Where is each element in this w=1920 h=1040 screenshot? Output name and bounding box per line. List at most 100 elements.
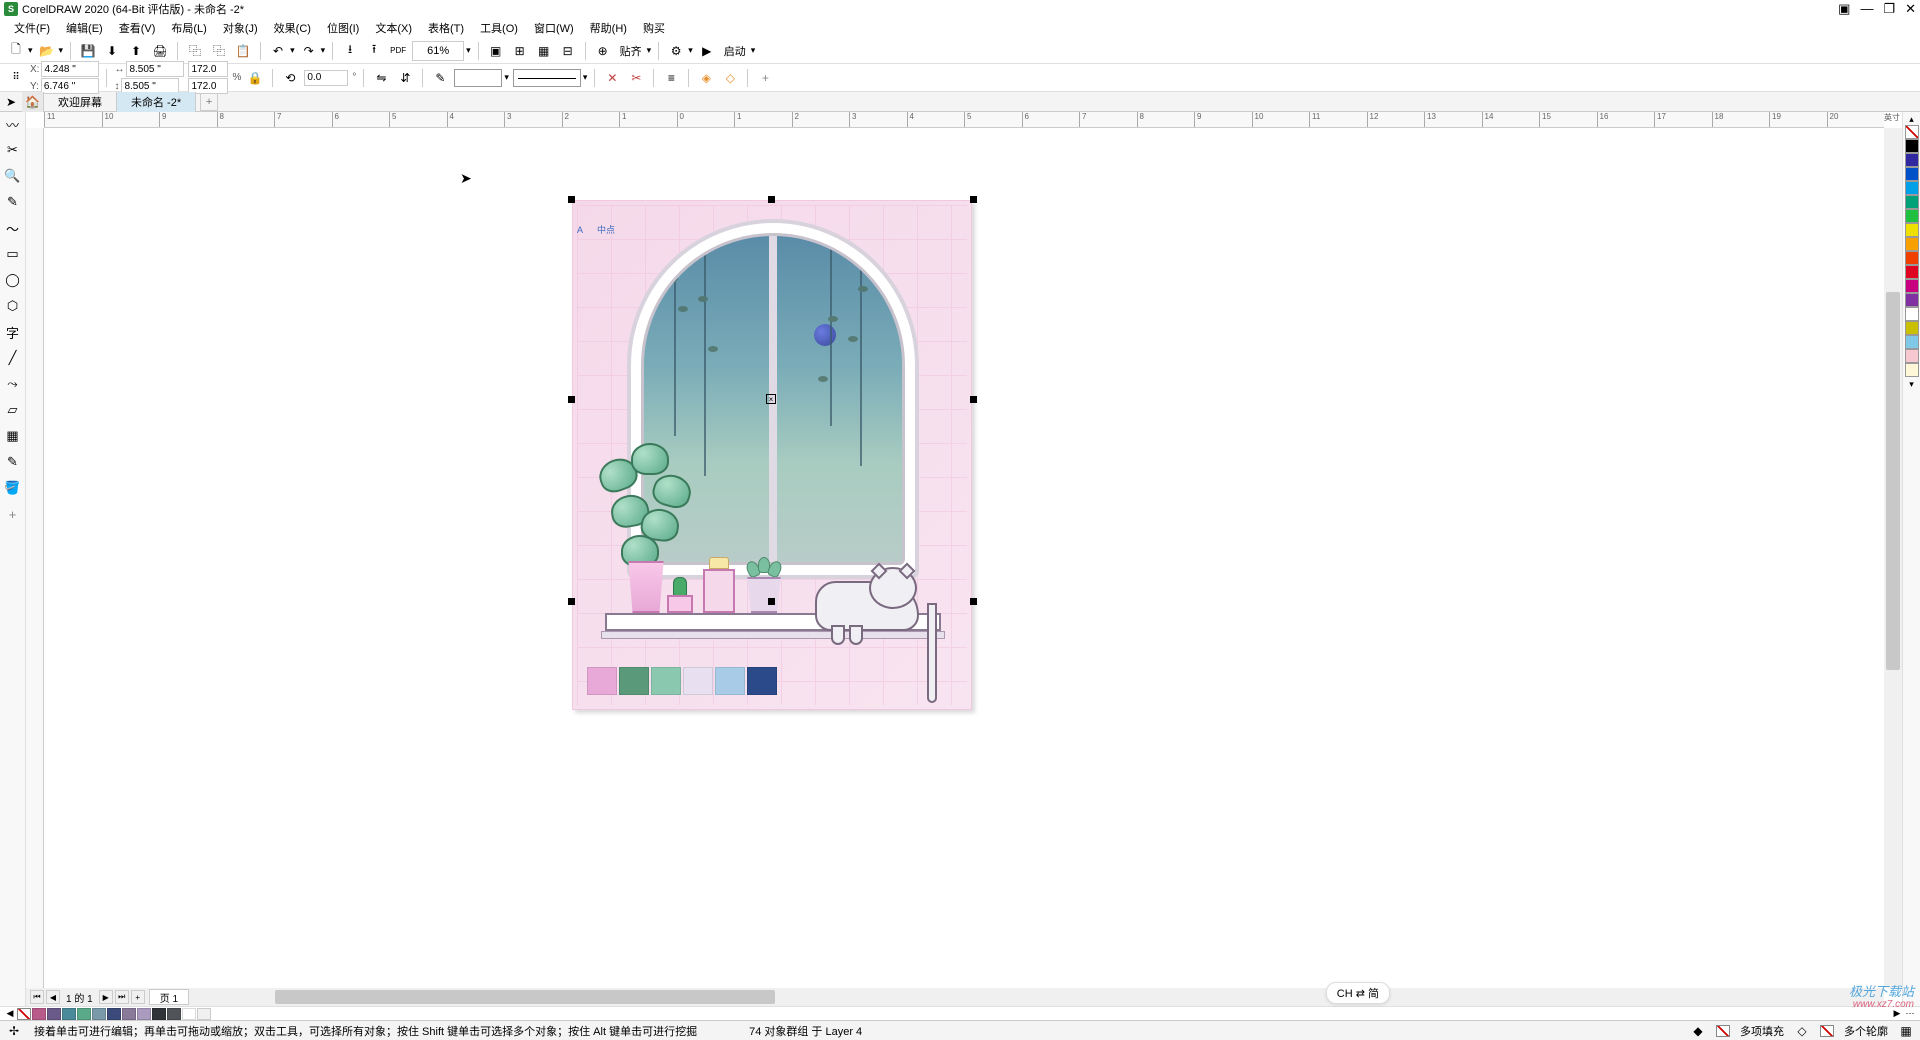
close-icon[interactable]: ✕ — [1905, 1, 1916, 17]
rulers-button[interactable]: ⊞ — [510, 41, 530, 61]
add-tool[interactable]: + — [3, 504, 23, 524]
palette-left-icon[interactable]: ◀ — [4, 1008, 16, 1019]
crop-tool[interactable]: ✂ — [3, 140, 23, 160]
eyedropper-tool[interactable]: ✎ — [3, 452, 23, 472]
new-button[interactable]: 🗋 — [6, 41, 26, 61]
doc-swatch[interactable] — [62, 1008, 76, 1020]
snap-icon[interactable]: ⊕ — [593, 41, 613, 61]
fullscreen-button[interactable]: ▣ — [486, 41, 506, 61]
shape-tool[interactable]: 〰 — [3, 114, 23, 134]
color-swatch[interactable] — [1905, 307, 1919, 321]
doc-swatch[interactable] — [167, 1008, 181, 1020]
rectangle-tool[interactable]: ▭ — [3, 244, 23, 264]
doc-swatch[interactable] — [152, 1008, 166, 1020]
page-last-button[interactable]: ⏭ — [115, 990, 129, 1004]
zoom-input[interactable] — [412, 41, 464, 61]
color-swatch[interactable] — [1905, 335, 1919, 349]
mirror-h-button[interactable]: ⇋ — [371, 68, 391, 88]
export-button[interactable]: ⭱ — [364, 41, 384, 61]
fill-tool[interactable]: 🪣 — [3, 478, 23, 498]
sel-handle-tr[interactable] — [970, 196, 977, 203]
save-button[interactable]: 💾 — [78, 41, 98, 61]
menu-edit[interactable]: 编辑(E) — [58, 20, 111, 36]
menu-object[interactable]: 对象(J) — [215, 20, 266, 36]
doc-swatch[interactable] — [122, 1008, 136, 1020]
menu-window[interactable]: 窗口(W) — [526, 20, 582, 36]
fill-swatch[interactable] — [1716, 1025, 1730, 1037]
wrap-text-button-2[interactable]: ✂ — [626, 68, 646, 88]
horizontal-scrollbar[interactable] — [195, 990, 1884, 1004]
color-swatch[interactable] — [1905, 223, 1919, 237]
import-button[interactable]: ⭳ — [340, 41, 360, 61]
undo-button[interactable]: ↶ — [268, 41, 288, 61]
transparency-tool[interactable]: ▦ — [3, 426, 23, 446]
sel-handle-mr[interactable] — [970, 396, 977, 403]
color-swatch[interactable] — [1905, 139, 1919, 153]
options-button[interactable]: ⚙ — [666, 41, 686, 61]
page-next-button[interactable]: ▶ — [99, 990, 113, 1004]
menu-help[interactable]: 帮助(H) — [582, 20, 635, 36]
sel-handle-tl[interactable] — [568, 196, 575, 203]
launch-label[interactable]: 启动 — [721, 43, 749, 59]
add-button[interactable]: + — [755, 68, 775, 88]
guides-button[interactable]: ⊟ — [558, 41, 578, 61]
cloud-down-icon[interactable]: ⬇ — [102, 41, 122, 61]
sel-handle-ml[interactable] — [568, 396, 575, 403]
color-swatch[interactable] — [1905, 321, 1919, 335]
fill-icon[interactable]: ◆ — [1690, 1023, 1706, 1039]
color-swatch[interactable] — [1905, 279, 1919, 293]
doc-swatch[interactable] — [92, 1008, 106, 1020]
outline-pen-icon[interactable]: ✎ — [430, 68, 450, 88]
doc-swatch[interactable] — [107, 1008, 121, 1020]
doc-swatch[interactable] — [77, 1008, 91, 1020]
rotation-input[interactable] — [304, 70, 348, 86]
horizontal-ruler[interactable]: 1110987654321012345678910111213141516171… — [44, 112, 1884, 128]
color-swatch[interactable] — [1905, 251, 1919, 265]
color-swatch[interactable] — [1905, 153, 1919, 167]
artwork[interactable]: A 中点 — [572, 200, 972, 710]
doc-swatch[interactable] — [137, 1008, 151, 1020]
mirror-v-button[interactable]: ⇵ — [395, 68, 415, 88]
page-add-button[interactable]: + — [131, 990, 145, 1004]
page-first-button[interactable]: ⏮ — [30, 990, 44, 1004]
doc-swatch[interactable] — [182, 1008, 196, 1020]
home-button[interactable]: 🏠 — [22, 92, 44, 112]
x-input[interactable] — [41, 61, 99, 77]
menu-layout[interactable]: 布局(L) — [163, 20, 214, 36]
print-button[interactable]: 🖨 — [150, 41, 170, 61]
ime-indicator[interactable]: CH ⇄ 简 — [1326, 982, 1390, 1004]
color-swatch[interactable] — [1905, 265, 1919, 279]
lock-ratio-button[interactable]: 🔒 — [245, 68, 265, 88]
vertical-scrollbar[interactable] — [1884, 128, 1902, 988]
menu-buy[interactable]: 购买 — [635, 20, 673, 36]
palette-down-icon[interactable]: ▾ — [1909, 379, 1914, 390]
sel-handle-br[interactable] — [970, 598, 977, 605]
cloud-up-icon[interactable]: ⬆ — [126, 41, 146, 61]
menu-file[interactable]: 文件(F) — [6, 20, 58, 36]
doc-swatch[interactable] — [197, 1008, 211, 1020]
pick-tool-icon[interactable]: ➤ — [0, 92, 22, 112]
grid-button[interactable]: ▦ — [534, 41, 554, 61]
tab-add-button[interactable]: + — [200, 93, 218, 111]
snap-label[interactable]: 贴齐 — [617, 43, 645, 59]
doc-no-color[interactable] — [17, 1008, 31, 1020]
paste-button[interactable]: ⿻ — [209, 41, 229, 61]
color-swatch[interactable] — [1905, 167, 1919, 181]
w-input[interactable] — [126, 61, 184, 77]
sx-input[interactable] — [188, 61, 228, 77]
tab-doc1[interactable]: 未命名 -2* — [117, 92, 196, 112]
color-swatch[interactable] — [1905, 209, 1919, 223]
color-swatch[interactable] — [1905, 195, 1919, 209]
sel-center[interactable]: × — [766, 394, 776, 404]
launch-icon[interactable]: ▶ — [697, 41, 717, 61]
sel-handle-bm[interactable] — [768, 598, 775, 605]
status-extra-icon[interactable]: ▦ — [1898, 1023, 1914, 1039]
color-swatch[interactable] — [1905, 237, 1919, 251]
palette-up-icon[interactable]: ▴ — [1909, 114, 1914, 125]
effects-tool[interactable]: ▱ — [3, 400, 23, 420]
no-color-swatch[interactable] — [1905, 125, 1919, 139]
canvas-viewport[interactable]: ➤ A 中点 — [44, 128, 1884, 988]
redo-button[interactable]: ↷ — [299, 41, 319, 61]
line-style-select[interactable] — [513, 69, 581, 87]
color-swatch[interactable] — [1905, 349, 1919, 363]
